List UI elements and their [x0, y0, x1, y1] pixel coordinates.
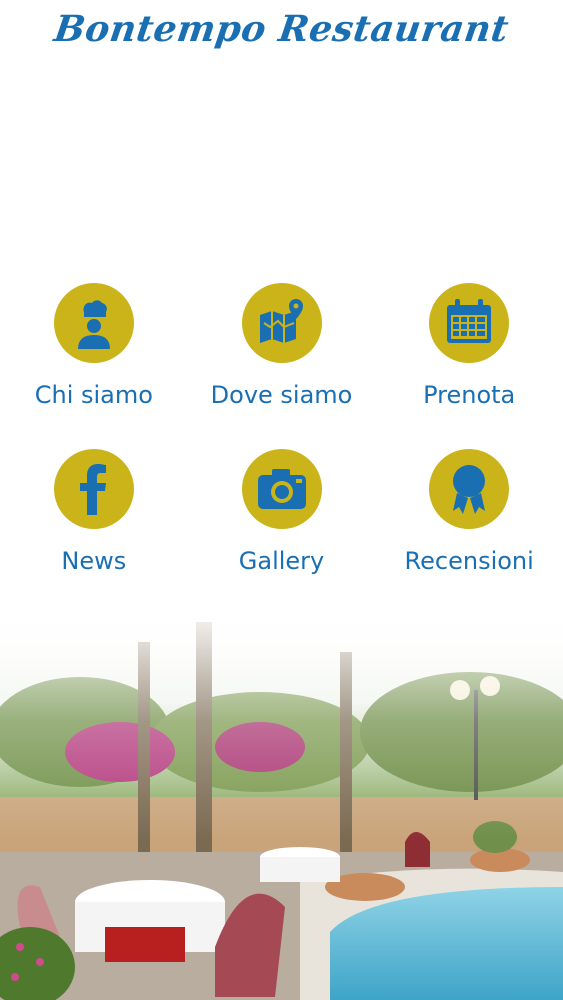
menu-item-news[interactable]: News	[0, 449, 188, 575]
calendar-icon	[429, 283, 510, 363]
facebook-icon	[53, 449, 134, 529]
award-icon	[429, 449, 510, 529]
menu-item-gallery[interactable]: Gallery	[188, 449, 376, 575]
menu-label: News	[61, 547, 127, 575]
restaurant-photo	[0, 602, 563, 1000]
menu-item-prenota[interactable]: Prenota	[375, 283, 563, 409]
menu-row: News Gallery Recensioni	[0, 449, 563, 575]
menu-grid: Chi siamo Dove siamo Prenota News Galler…	[0, 283, 563, 575]
chef-icon	[53, 283, 134, 363]
app-title: Bontempo Restaurant	[51, 8, 512, 50]
menu-label: Prenota	[423, 381, 516, 409]
camera-icon	[241, 449, 322, 529]
menu-item-recensioni[interactable]: Recensioni	[375, 449, 563, 575]
map-icon	[241, 283, 322, 363]
menu-label: Chi siamo	[34, 381, 153, 409]
menu-row: Chi siamo Dove siamo Prenota	[0, 283, 563, 409]
menu-label: Recensioni	[404, 547, 534, 575]
menu-label: Gallery	[238, 547, 325, 575]
menu-label: Dove siamo	[210, 381, 353, 409]
menu-item-chi-siamo[interactable]: Chi siamo	[0, 283, 188, 409]
menu-item-dove-siamo[interactable]: Dove siamo	[188, 283, 376, 409]
